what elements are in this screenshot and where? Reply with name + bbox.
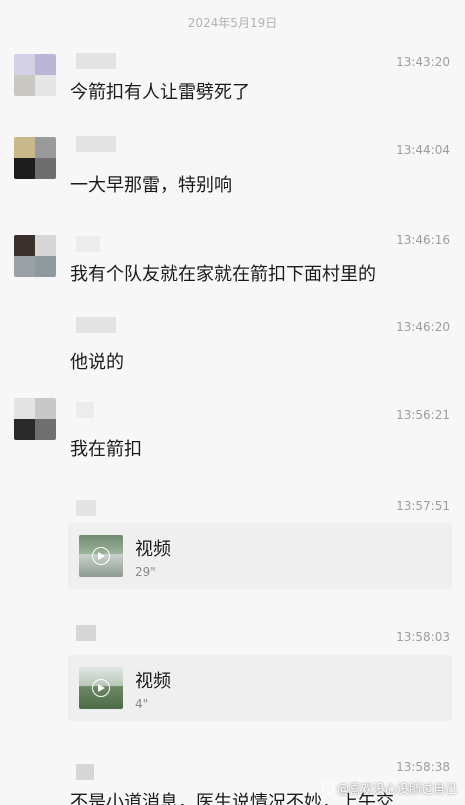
sender-name — [76, 236, 100, 252]
watermark-logo-icon — [321, 782, 334, 794]
avatar[interactable] — [14, 398, 56, 440]
watermark-text: @喜欢没心没肺过自己 — [336, 782, 457, 796]
message-text[interactable]: 一大早那雷，特别响 — [70, 171, 232, 197]
message-text[interactable]: 他说的 — [70, 348, 124, 374]
watermark: @喜欢没心没肺过自己 — [321, 780, 457, 797]
message-text[interactable]: 今箭扣有人让雷劈死了 — [70, 78, 250, 104]
sender-name — [76, 500, 96, 516]
video-duration: 29" — [135, 565, 156, 579]
sender-name — [76, 625, 96, 641]
play-icon — [92, 547, 110, 565]
avatar[interactable] — [14, 54, 56, 96]
video-message-card[interactable]: 视频 4" — [68, 655, 452, 721]
play-icon — [92, 679, 110, 697]
avatar[interactable] — [14, 137, 56, 179]
message-timestamp: 13:44:04 — [396, 143, 450, 157]
sender-name — [76, 53, 116, 69]
message-text[interactable]: 我在箭扣 — [70, 435, 142, 461]
video-duration: 4" — [135, 697, 149, 711]
message-timestamp: 13:58:38 — [396, 760, 450, 774]
sender-name — [76, 136, 116, 152]
message-timestamp: 13:56:21 — [396, 408, 450, 422]
message-timestamp: 13:58:03 — [396, 630, 450, 644]
video-thumbnail[interactable] — [79, 667, 123, 709]
video-thumbnail[interactable] — [79, 535, 123, 577]
video-label: 视频 — [135, 671, 171, 692]
date-header: 2024年5月19日 — [187, 16, 278, 30]
chat-screen: 2024年5月19日 13:43:20 今箭扣有人让雷劈死了 13:44:04 … — [0, 0, 465, 805]
message-timestamp: 13:43:20 — [396, 55, 450, 69]
sender-name — [76, 317, 116, 333]
video-message-card[interactable]: 视频 29" — [68, 523, 452, 589]
avatar[interactable] — [14, 235, 56, 277]
message-timestamp: 13:46:16 — [396, 233, 450, 247]
sender-name — [76, 402, 94, 418]
message-timestamp: 13:57:51 — [396, 499, 450, 513]
message-text[interactable]: 我有个队友就在家就在箭扣下面村里的 — [70, 260, 376, 286]
sender-name — [76, 764, 94, 780]
video-label: 视频 — [135, 539, 171, 560]
message-timestamp: 13:46:20 — [396, 320, 450, 334]
